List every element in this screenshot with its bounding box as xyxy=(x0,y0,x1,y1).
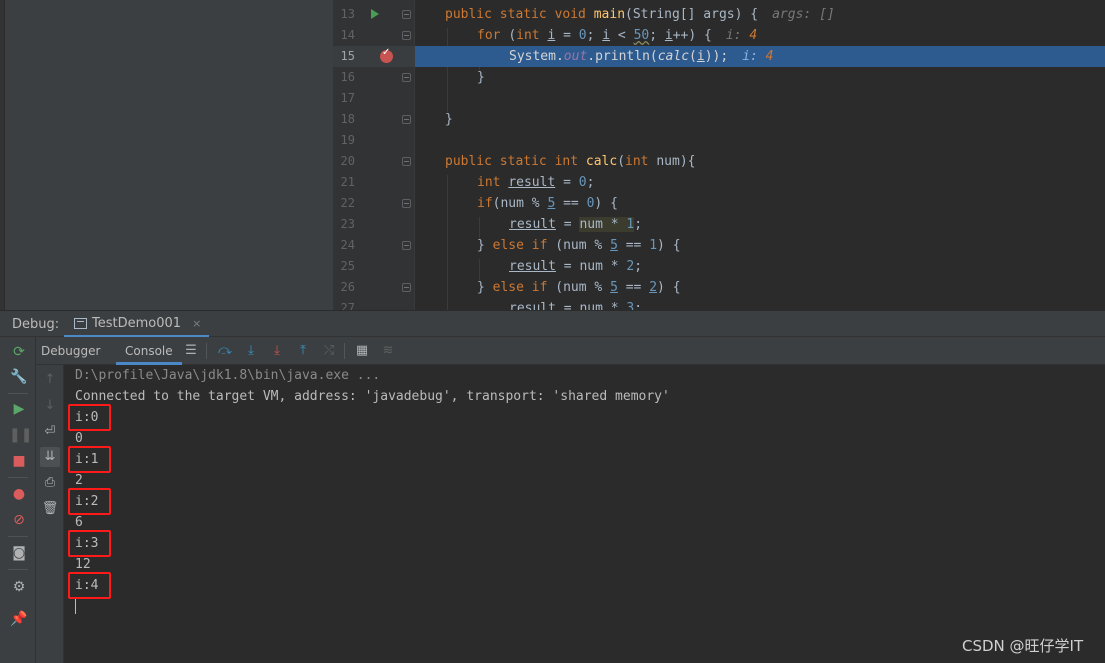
code-text: result = num * 3; xyxy=(509,301,643,310)
code-text: } xyxy=(445,112,453,127)
step-out-icon[interactable]: ⤒ xyxy=(294,342,312,360)
debug-side-toolbar: ⟳ 🔧 ▶ ❚❚ ■ ● ⊘ ◙ ⚙ 📌 xyxy=(0,337,36,663)
line-number: 21 xyxy=(340,175,355,189)
settings-gear-icon[interactable]: ⚙ xyxy=(9,577,29,597)
code-text: } else if (num % 5 == 2) { xyxy=(477,280,681,295)
up-arrow-icon[interactable]: ↑ xyxy=(40,370,60,390)
debug-session-tab[interactable]: TestDemo001 × xyxy=(64,311,210,338)
highlight-box xyxy=(68,488,111,515)
text-caret xyxy=(75,599,76,614)
scroll-to-end-icon[interactable]: ⇊ xyxy=(40,447,60,467)
fold-marker-icon[interactable] xyxy=(402,115,411,124)
code-line[interactable]: 25 result = num * 2; xyxy=(0,256,1105,277)
code-line[interactable]: 17 xyxy=(0,88,1105,109)
watermark: CSDN @旺仔学IT xyxy=(962,637,1084,655)
code-line[interactable]: 24 } else if (num % 5 == 1) { xyxy=(0,235,1105,256)
line-number: 18 xyxy=(340,112,355,126)
fold-marker-icon[interactable] xyxy=(402,199,411,208)
breakpoint-icon[interactable] xyxy=(380,47,393,63)
line-number: 25 xyxy=(340,259,355,273)
close-icon[interactable]: × xyxy=(192,317,201,330)
line-number: 19 xyxy=(340,133,355,147)
debug-label: Debug: xyxy=(12,317,60,332)
line-number: 16 xyxy=(340,70,355,84)
current-execution-line[interactable]: 15 System.out.println(calc(i));i: 4 xyxy=(0,46,1105,67)
code-text: } xyxy=(477,70,485,85)
force-step-into-icon[interactable]: ⤓ xyxy=(268,342,286,360)
line-number: 22 xyxy=(340,196,355,210)
code-line[interactable]: 13 public static void main(String[] args… xyxy=(0,4,1105,25)
snapshot-icon[interactable]: ◙ xyxy=(9,543,29,563)
code-line[interactable]: 27 result = num * 3; xyxy=(0,298,1105,310)
code-line[interactable]: 21 int result = 0; xyxy=(0,172,1105,193)
code-line[interactable]: 19 xyxy=(0,130,1105,151)
highlight-box xyxy=(68,404,111,431)
step-over-icon[interactable]: ⤼ xyxy=(216,342,234,360)
line-number: 13 xyxy=(340,7,355,21)
line-number: 23 xyxy=(340,217,355,231)
fold-marker-icon[interactable] xyxy=(402,73,411,82)
fold-marker-icon[interactable] xyxy=(402,157,411,166)
debug-subtabs-bar: Debugger Console ☰ ⤼ ⤓ ⤓ ⤒ ⤭ ▦ ≋ xyxy=(36,337,1105,365)
view-breakpoints-icon[interactable]: ● xyxy=(9,484,29,504)
fold-marker-icon[interactable] xyxy=(402,10,411,19)
pin-icon[interactable]: 📌 xyxy=(9,609,29,629)
code-line[interactable]: 18 } xyxy=(0,109,1105,130)
code-text: result = num * 1; xyxy=(509,217,643,232)
console-output[interactable]: D:\profile\Java\jdk1.8\bin\java.exe ... … xyxy=(64,365,1105,663)
line-number: 20 xyxy=(340,154,355,168)
line-number: 24 xyxy=(340,238,355,252)
code-text: for (int i = 0; i < 50; i++) {i: 4 xyxy=(477,28,758,43)
soft-wrap-icon[interactable]: ⏎ xyxy=(40,422,60,442)
fold-marker-icon[interactable] xyxy=(402,283,411,292)
stop-icon[interactable]: ■ xyxy=(9,451,29,471)
trace-icon[interactable]: ≋ xyxy=(379,342,397,360)
run-gutter-icon[interactable] xyxy=(371,9,379,19)
console-command-line: D:\profile\Java\jdk1.8\bin\java.exe ... xyxy=(75,368,381,383)
step-into-icon[interactable]: ⤓ xyxy=(242,342,260,360)
line-number: 27 xyxy=(340,301,355,310)
highlight-box xyxy=(68,572,111,599)
tab-console[interactable]: Console xyxy=(116,337,182,365)
fold-marker-icon[interactable] xyxy=(402,241,411,250)
evaluate-icon[interactable]: ▦ xyxy=(353,342,371,360)
layout-icon[interactable]: ☰ xyxy=(182,342,200,360)
mute-breakpoints-icon[interactable]: ⊘ xyxy=(9,510,29,530)
print-icon[interactable]: ⎙ xyxy=(40,473,60,493)
debug-session-label: TestDemo001 xyxy=(92,316,182,331)
line-number: 14 xyxy=(340,28,355,42)
code-text: if(num % 5 == 0) { xyxy=(477,196,618,211)
code-text: } else if (num % 5 == 1) { xyxy=(477,238,681,253)
run-to-cursor-icon[interactable]: ⤭ xyxy=(320,342,338,360)
code-text: int result = 0; xyxy=(477,175,595,190)
code-line[interactable]: 23 result = num * 1; xyxy=(0,214,1105,235)
settings-wrench-icon[interactable]: 🔧 xyxy=(9,367,29,387)
highlight-box xyxy=(68,446,111,473)
code-text: public static int calc(int num){ xyxy=(445,154,696,169)
tab-debugger[interactable]: Debugger xyxy=(41,337,103,365)
fold-marker-icon[interactable] xyxy=(402,31,411,40)
code-line[interactable]: 26 } else if (num % 5 == 2) { xyxy=(0,277,1105,298)
clear-icon[interactable]: 🗑 xyxy=(40,499,60,519)
line-number: 15 xyxy=(340,49,355,63)
rerun-icon[interactable]: ⟳ xyxy=(9,342,29,362)
pause-icon[interactable]: ❚❚ xyxy=(9,425,32,445)
code-editor[interactable]: 13 public static void main(String[] args… xyxy=(0,0,1105,310)
console-connected-line: Connected to the target VM, address: 'ja… xyxy=(75,389,670,404)
debug-tool-window-header: Debug: TestDemo001 × xyxy=(0,310,1105,338)
line-number: 26 xyxy=(340,280,355,294)
code-line[interactable]: 16 } xyxy=(0,67,1105,88)
line-number: 17 xyxy=(340,91,355,105)
code-line[interactable]: 20 public static int calc(int num){ xyxy=(0,151,1105,172)
code-line[interactable]: 22 if(num % 5 == 0) { xyxy=(0,193,1105,214)
console-window-icon xyxy=(74,318,87,329)
code-line[interactable]: 14 for (int i = 0; i < 50; i++) {i: 4 xyxy=(0,25,1105,46)
resume-icon[interactable]: ▶ xyxy=(9,399,29,419)
console-side-toolbar: ↑ ↓ ⏎ ⇊ ⎙ 🗑 xyxy=(36,365,64,663)
code-text: result = num * 2; xyxy=(509,259,643,274)
highlight-box xyxy=(68,530,111,557)
code-text: System.out.println(calc(i)); i: 4 xyxy=(509,49,774,64)
down-arrow-icon[interactable]: ↓ xyxy=(40,396,60,416)
code-text: public static void main(String[] args) {… xyxy=(445,7,835,22)
